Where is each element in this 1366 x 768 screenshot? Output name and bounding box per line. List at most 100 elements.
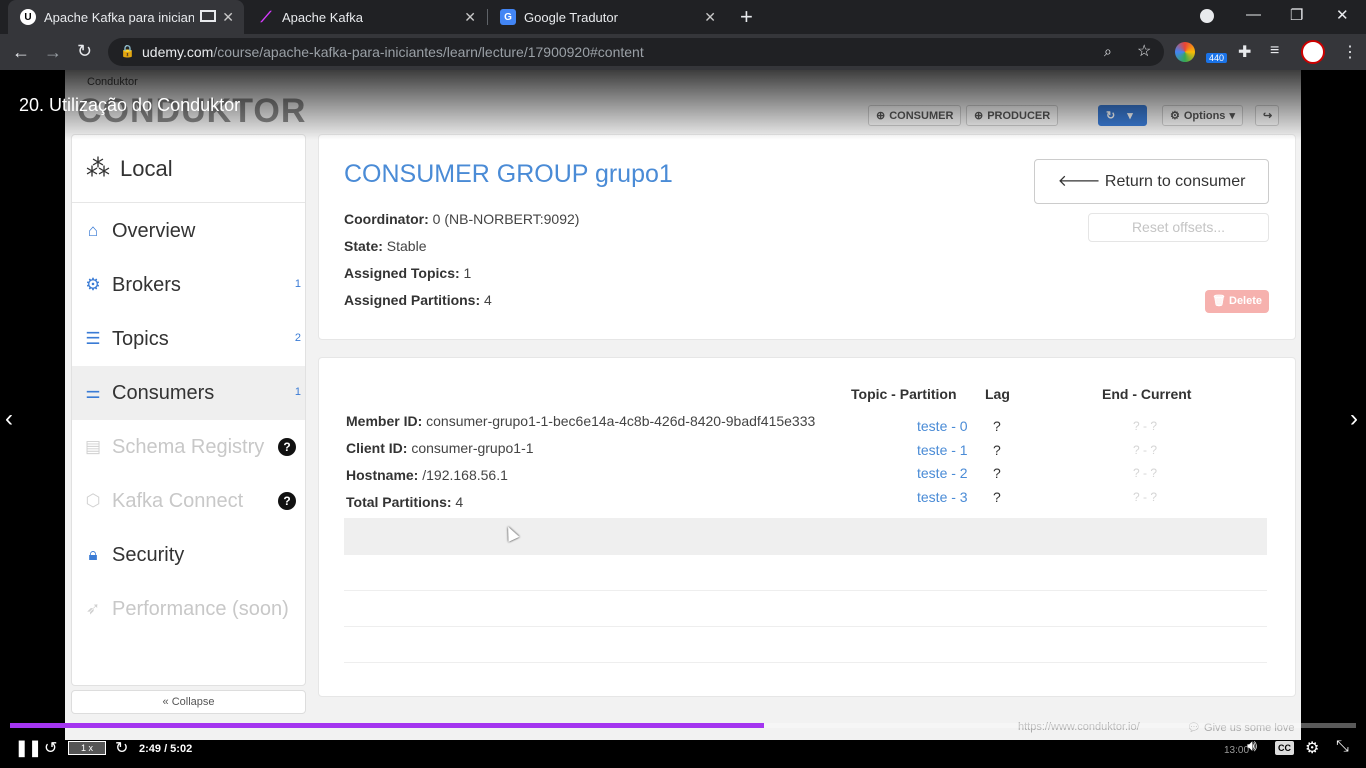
puzzle-icon[interactable]: ✚	[1238, 42, 1258, 62]
topic-partition-link[interactable]: teste - 2	[917, 465, 968, 481]
coordinator-label: Coordinator:	[344, 211, 429, 227]
profile-avatar-icon[interactable]	[1301, 40, 1325, 64]
close-tab-icon[interactable]: ✕	[704, 9, 716, 26]
udemy-favicon-icon: U	[20, 9, 36, 25]
client-id-label: Client ID:	[346, 440, 408, 456]
sidebar-item-label: Kafka Connect	[112, 489, 244, 512]
back-icon[interactable]: ←	[12, 42, 30, 62]
tab-search-icon[interactable]	[1200, 9, 1214, 23]
cluster-icon: ⁂	[86, 155, 110, 182]
sidebar-item-security[interactable]: 🔒︎ Security	[72, 528, 305, 582]
sidebar-item-overview[interactable]: ⌂ Overview	[72, 204, 305, 258]
google-translate-favicon-icon: G	[500, 9, 516, 25]
tab-google-tradutor[interactable]: G Google Tradutor ✕	[488, 0, 726, 34]
address-bar[interactable]: 🔒 udemy.com/course/apache-kafka-para-ini…	[108, 38, 1164, 66]
sidebar-item-schema-registry[interactable]: ▤ Schema Registry ?	[72, 420, 305, 474]
sidebar-item-label: Overview	[112, 219, 196, 242]
client-id-value: consumer-grupo1-1	[411, 440, 534, 456]
reload-icon[interactable]: ↻	[77, 41, 92, 61]
hostname-value: /192.168.56.1	[422, 467, 508, 483]
return-button[interactable]: 🡐 Return to consumer groups	[1034, 159, 1269, 233]
extension-badge[interactable]: 440	[1206, 53, 1228, 63]
tab-title: Apache Kafka para iniciantes	[44, 9, 194, 25]
sidebar-item-topics[interactable]: ☰ Topics 2	[72, 312, 305, 366]
zoom-icon[interactable]: ⌕	[1104, 43, 1112, 60]
server-icon: ☰	[85, 329, 101, 348]
delete-button[interactable]: 🗑︎ Delete	[1205, 290, 1269, 313]
help-icon[interactable]: ?	[278, 438, 296, 456]
total-partitions-row: Total Partitions: 4	[346, 494, 463, 510]
refresh-button[interactable]: ↻ ▾	[1098, 105, 1147, 126]
forward-icon[interactable]: ↻	[115, 738, 128, 758]
captions-button[interactable]: CC	[1275, 741, 1294, 755]
lock-icon: 🔒︎	[88, 545, 98, 564]
state-label: State:	[344, 238, 383, 254]
topic-partition-link[interactable]: teste - 3	[917, 489, 968, 505]
cluster-header[interactable]: ⁂ Local	[72, 135, 305, 203]
sidebar-item-consumers[interactable]: ⚌ Consumers 1	[72, 366, 305, 420]
rewind-icon[interactable]: ↺	[44, 738, 57, 758]
progress-fill	[10, 723, 764, 728]
exit-fullscreen-icon[interactable]: ⤡	[1336, 738, 1349, 756]
lag-value: ?	[993, 442, 1001, 458]
refresh-icon: ↻	[1106, 110, 1116, 122]
sidebar-item-label: Security	[112, 543, 185, 566]
menu-icon[interactable]: ⋮	[1342, 42, 1358, 62]
settings-icon[interactable]: ⚙	[1305, 738, 1319, 758]
tab-apache-kafka[interactable]: ⟋ Apache Kafka ✕	[246, 0, 486, 34]
end-current-value: ? - ?	[1133, 466, 1158, 480]
options-button[interactable]: ⚙ Options ▾	[1162, 105, 1243, 126]
count-badge: 1	[294, 386, 301, 398]
bookmark-star-icon[interactable]: ☆	[1137, 41, 1151, 61]
hostname-label: Hostname:	[346, 467, 419, 483]
consumer-button[interactable]: ⊕ CONSUMER	[868, 105, 962, 126]
producer-button[interactable]: ⊕ PRODUCER	[966, 105, 1059, 126]
playback-rate-button[interactable]: 1 x	[68, 741, 106, 755]
close-tab-icon[interactable]: ✕	[464, 9, 476, 26]
collapse-button[interactable]: « Collapse	[71, 690, 306, 714]
trash-icon: 🗑︎	[1211, 295, 1226, 307]
assigned-partitions-row: Assigned Partitions: 4	[344, 292, 492, 308]
restore-icon[interactable]: ❐	[1290, 6, 1303, 24]
topic-partition-link[interactable]: teste - 1	[917, 442, 968, 458]
close-window-icon[interactable]: ✕	[1336, 6, 1349, 24]
sidebar-item-brokers[interactable]: ⚙ Brokers 1	[72, 258, 305, 312]
minimize-icon[interactable]: —	[1246, 6, 1261, 23]
assigned-topics-value: 1	[463, 265, 472, 281]
sliders-icon: ⚌	[85, 383, 101, 402]
playlist-icon[interactable]: ≡	[1270, 42, 1290, 62]
caret-down-icon: ▾	[1127, 110, 1133, 122]
logout-button[interactable]: ↪	[1255, 105, 1279, 126]
sidebar-item-kafka-connect[interactable]: ⬡ Kafka Connect ?	[72, 474, 305, 528]
topic-partition-link[interactable]: teste - 0	[917, 418, 968, 434]
help-icon[interactable]: ?	[278, 492, 296, 510]
next-lecture-icon[interactable]: ›	[1350, 405, 1358, 433]
time-display: 2:49 / 5:02	[139, 743, 193, 755]
sidebar-item-label: Performance (soon)	[112, 597, 289, 620]
member-id-row: Member ID: consumer-grupo1-1-bec6e14a-4c…	[346, 413, 815, 429]
cluster-name: Local	[120, 155, 173, 181]
sidebar-item-performance[interactable]: ➶ Performance (soon)	[72, 582, 305, 636]
arrow-left-icon: 🡐	[1057, 173, 1101, 190]
sidebar-item-label: Consumers	[112, 381, 215, 404]
close-tab-icon[interactable]: ✕	[222, 9, 234, 26]
tab-title: Apache Kafka	[282, 9, 363, 25]
total-partitions-value: 4	[455, 494, 464, 510]
new-tab-button[interactable]: +	[740, 4, 753, 30]
forward-icon[interactable]: →	[44, 42, 62, 62]
reset-offsets-button[interactable]: Reset offsets...	[1088, 213, 1269, 242]
window-title: Conduktor	[87, 76, 138, 88]
total-partitions-label: Total Partitions:	[346, 494, 452, 510]
member-id-value: consumer-grupo1-1-bec6e14a-4c8b-426d-842…	[426, 413, 816, 429]
previous-lecture-icon[interactable]: ‹	[5, 405, 13, 433]
extension-colorful-icon[interactable]	[1175, 42, 1195, 62]
tab-udemy[interactable]: U Apache Kafka para iniciantes ✕	[8, 0, 244, 34]
assigned-partitions-value: 4	[484, 292, 492, 308]
lag-value: ?	[993, 465, 1001, 481]
pause-icon[interactable]: ❚❚	[15, 738, 42, 758]
lock-icon: 🔒	[120, 44, 135, 58]
sidebar: ⁂ Local ⌂ Overview ⚙ Brokers 1 ☰ Topics …	[71, 134, 306, 686]
tab-title: Google Tradutor	[524, 9, 618, 25]
producer-label: PRODUCER	[987, 109, 1051, 122]
double-chevron-left-icon: «	[162, 696, 169, 708]
